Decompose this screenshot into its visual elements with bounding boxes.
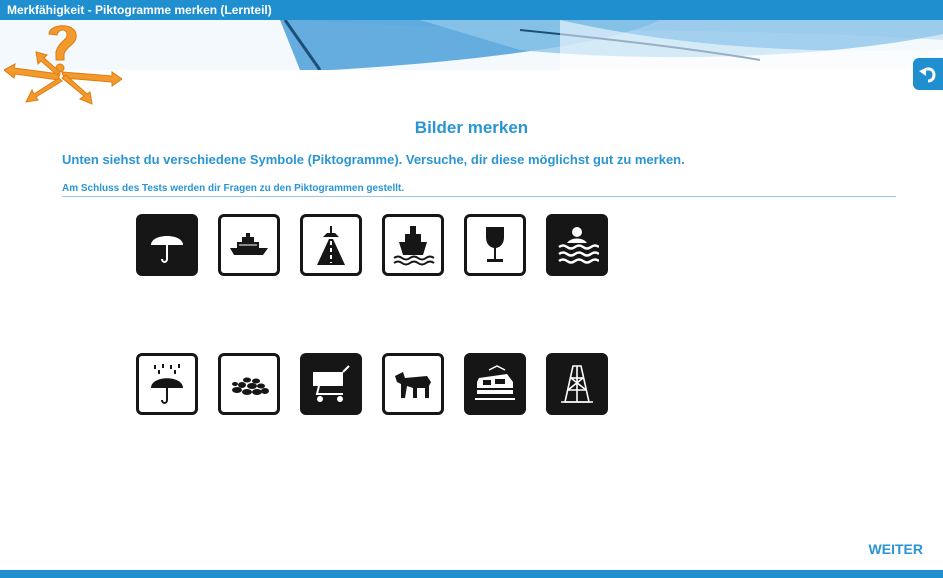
pictogram-umbrella-rain [136,353,198,415]
pictogram-animal [382,353,444,415]
pictogram-stones [218,353,280,415]
tram-icon [475,365,515,400]
window-titlebar: Merkfähigkeit - Piktogramme merken (Lern… [0,0,943,20]
pictogram-tram [464,353,526,415]
pictogram-wine-glass [464,214,526,276]
tower-icon [561,365,593,403]
back-button[interactable] [913,58,943,90]
page-heading: Bilder merken [414,118,529,137]
pictogram-row-2 [136,353,608,415]
divider [62,196,896,197]
pictogram-ship-bow [382,214,444,276]
pictogram-road-lamp [300,214,362,276]
back-arrow-icon [919,67,936,83]
umbrella-icon [151,236,183,263]
wine-glass-icon [486,227,504,262]
pictogram-umbrella [136,214,198,276]
header-banner [0,20,943,70]
swimmer-waves-icon [558,227,599,264]
stone-pile-icon [232,377,269,395]
test-note: Am Schluss des Tests werden dir Fragen z… [62,183,405,194]
road-lamp-icon [317,226,345,265]
pictogram-shopping-cart [300,353,362,415]
ship-bow-waves-icon [393,226,435,266]
pictogram-swimmer [546,214,608,276]
animal-icon [395,372,431,398]
shopping-cart-icon [313,365,350,402]
window-title: Merkfähigkeit - Piktogramme merken (Lern… [7,3,272,17]
question-arrows-logo [3,22,123,106]
instruction-text: Unten siehst du verschiedene Symbole (Pi… [62,152,685,167]
cruise-ship-icon [230,233,268,255]
umbrella-rain-icon [151,364,183,404]
next-button[interactable]: WEITER [869,541,923,557]
pictogram-tower [546,353,608,415]
pictogram-cruise-ship [218,214,280,276]
footer-bar [0,570,943,578]
pictogram-row-1 [136,214,608,276]
